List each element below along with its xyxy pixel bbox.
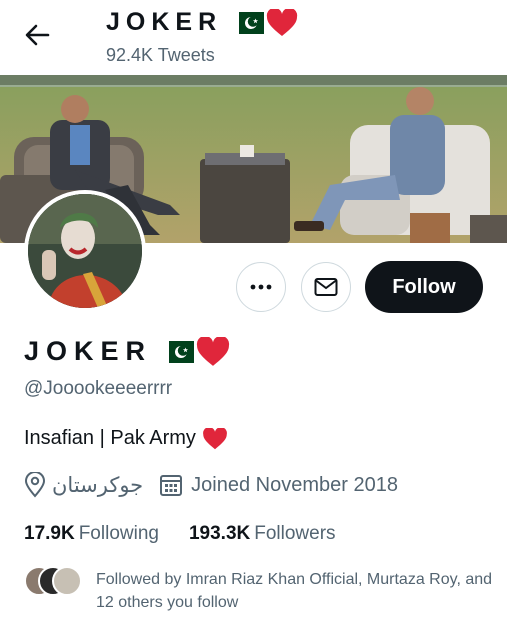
heart-icon bbox=[267, 8, 298, 36]
followers-count: 193.3K bbox=[188, 523, 251, 544]
profile-handle: @Jooookeeeerrrr bbox=[24, 378, 173, 399]
bio-text: Insafian | Pak Army bbox=[24, 427, 196, 449]
mutual-avatar bbox=[52, 566, 82, 596]
follow-button[interactable]: Follow bbox=[365, 261, 483, 313]
profile-stats: 17.9K Following 193.3K Followers bbox=[24, 523, 336, 545]
following-count: 17.9K bbox=[24, 523, 75, 544]
ellipsis-icon bbox=[250, 284, 272, 290]
heart-icon bbox=[203, 427, 227, 449]
profile-avatar[interactable] bbox=[24, 190, 146, 312]
arrow-left-icon bbox=[25, 24, 50, 46]
more-button[interactable] bbox=[236, 262, 286, 312]
profile-location: جوکرستان bbox=[52, 473, 144, 497]
following-label: Following bbox=[78, 523, 159, 544]
followed-by-text: Followed by Imran Riaz Khan Official, Mu… bbox=[96, 571, 493, 611]
top-bar: JOKER 92.4K Tweets bbox=[0, 0, 507, 75]
profile-name-row: JOKER bbox=[24, 336, 230, 367]
header-title-row: JOKER bbox=[106, 8, 298, 37]
back-button[interactable] bbox=[22, 20, 52, 50]
followers-link[interactable]: 193.3K Followers bbox=[189, 523, 336, 545]
header-title: JOKER bbox=[106, 8, 223, 36]
profile-name: JOKER bbox=[24, 336, 153, 366]
tweet-count: 92.4K Tweets bbox=[106, 45, 215, 65]
joined-date: Joined November 2018 bbox=[191, 473, 398, 496]
map-pin-icon bbox=[24, 472, 46, 498]
profile-bio: Insafian | Pak Army bbox=[24, 427, 228, 450]
message-button[interactable] bbox=[301, 262, 351, 312]
heart-icon bbox=[196, 336, 230, 366]
profile-meta: جوکرستان Joined November 2018 bbox=[24, 472, 398, 498]
followers-label: Followers bbox=[254, 523, 336, 544]
pakistan-flag-icon bbox=[160, 340, 195, 363]
mutual-avatars bbox=[24, 566, 84, 596]
envelope-icon bbox=[314, 278, 338, 296]
calendar-icon bbox=[160, 475, 183, 496]
following-link[interactable]: 17.9K Following bbox=[24, 523, 159, 545]
pakistan-flag-icon bbox=[230, 11, 265, 34]
